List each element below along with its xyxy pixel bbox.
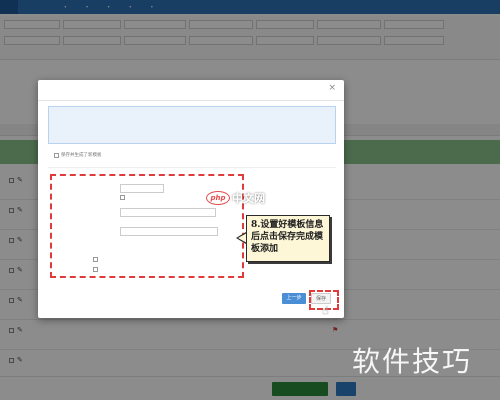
close-icon[interactable]: × [328,83,336,93]
php-watermark-text: 中文网 [232,192,265,205]
instruction-callout: 8.设置好模板信息后点击保存完成模板添加 [246,215,330,262]
callout-text: 8.设置好模板信息后点击保存完成模板添加 [251,220,324,254]
save-as-template-checkbox[interactable]: 保存并生成了新模板 [54,152,102,158]
site-watermark: 软件技巧 [352,345,473,378]
tips-box [48,106,336,144]
checkbox-icon[interactable] [54,152,59,158]
save-as-template-label: 保存并生成了新模板 [61,153,102,158]
php-watermark: php 中文网 [206,190,265,206]
prev-step-button[interactable]: 上一步 [282,293,306,304]
php-logo: php [206,191,230,205]
divider [38,100,344,101]
cursor-hand-icon: ☝ [322,304,329,317]
